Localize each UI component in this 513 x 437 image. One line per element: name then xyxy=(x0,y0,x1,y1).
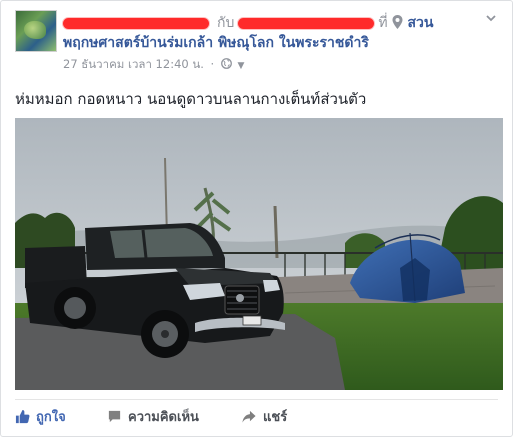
post-timestamp[interactable]: 27 ธันวาคม เวลา 12:40 น. xyxy=(63,57,204,71)
share-button[interactable]: แชร์ xyxy=(241,407,287,429)
comment-label: ความคิดเห็น xyxy=(128,410,199,425)
avatar[interactable] xyxy=(15,10,57,52)
globe-icon[interactable] xyxy=(220,58,232,69)
like-label: ถูกใจ xyxy=(36,410,66,425)
avatar-image xyxy=(24,21,46,39)
thumbs-up-icon xyxy=(15,409,30,424)
post-author-line: กับ ที่ สวน xyxy=(63,12,434,32)
photo-scene xyxy=(15,118,503,390)
post-meta: 27 ธันวาคม เวลา 12:40 น. · ▼ xyxy=(63,56,244,74)
meta-separator: · xyxy=(210,57,215,71)
post-options-chevron-icon[interactable] xyxy=(484,12,498,26)
actions-divider xyxy=(15,399,498,400)
share-label: แชร์ xyxy=(263,410,288,425)
comment-button[interactable]: ความคิดเห็น xyxy=(107,407,199,429)
redacted-author-name xyxy=(63,17,209,29)
location-link-part1[interactable]: สวน xyxy=(408,15,434,31)
like-button[interactable]: ถูกใจ xyxy=(15,407,66,429)
post-photo[interactable] xyxy=(15,118,503,390)
post-caption: ห่มหมอก กอดหนาว นอนดูดาวบนลานกางเต็นท์ส่… xyxy=(15,90,367,108)
post-header: กับ ที่ สวน พฤกษศาสตร์บ้านร่มเกล้า พิษณุโ… xyxy=(15,10,502,74)
post-actions-bar: ถูกใจ ความคิดเห็น แชร์ xyxy=(15,407,498,431)
post-card: กับ ที่ สวน พฤกษศาสตร์บ้านร่มเกล้า พิษณุโ… xyxy=(0,0,513,437)
privacy-dropdown-arrow-icon[interactable]: ▼ xyxy=(238,61,245,71)
redacted-tagged-friend xyxy=(238,17,375,29)
comment-icon xyxy=(108,410,121,423)
share-arrow-icon xyxy=(242,410,256,423)
location-link-part2[interactable]: พฤกษศาสตร์บ้านร่มเกล้า พิษณุโลก ในพระราช… xyxy=(63,32,369,54)
location-pin-icon xyxy=(392,15,403,29)
at-word: ที่ xyxy=(378,15,388,31)
with-connector: กับ xyxy=(217,15,235,31)
location-name[interactable]: พฤกษศาสตร์บ้านร่มเกล้า พิษณุโลก ในพระราช… xyxy=(63,35,369,51)
